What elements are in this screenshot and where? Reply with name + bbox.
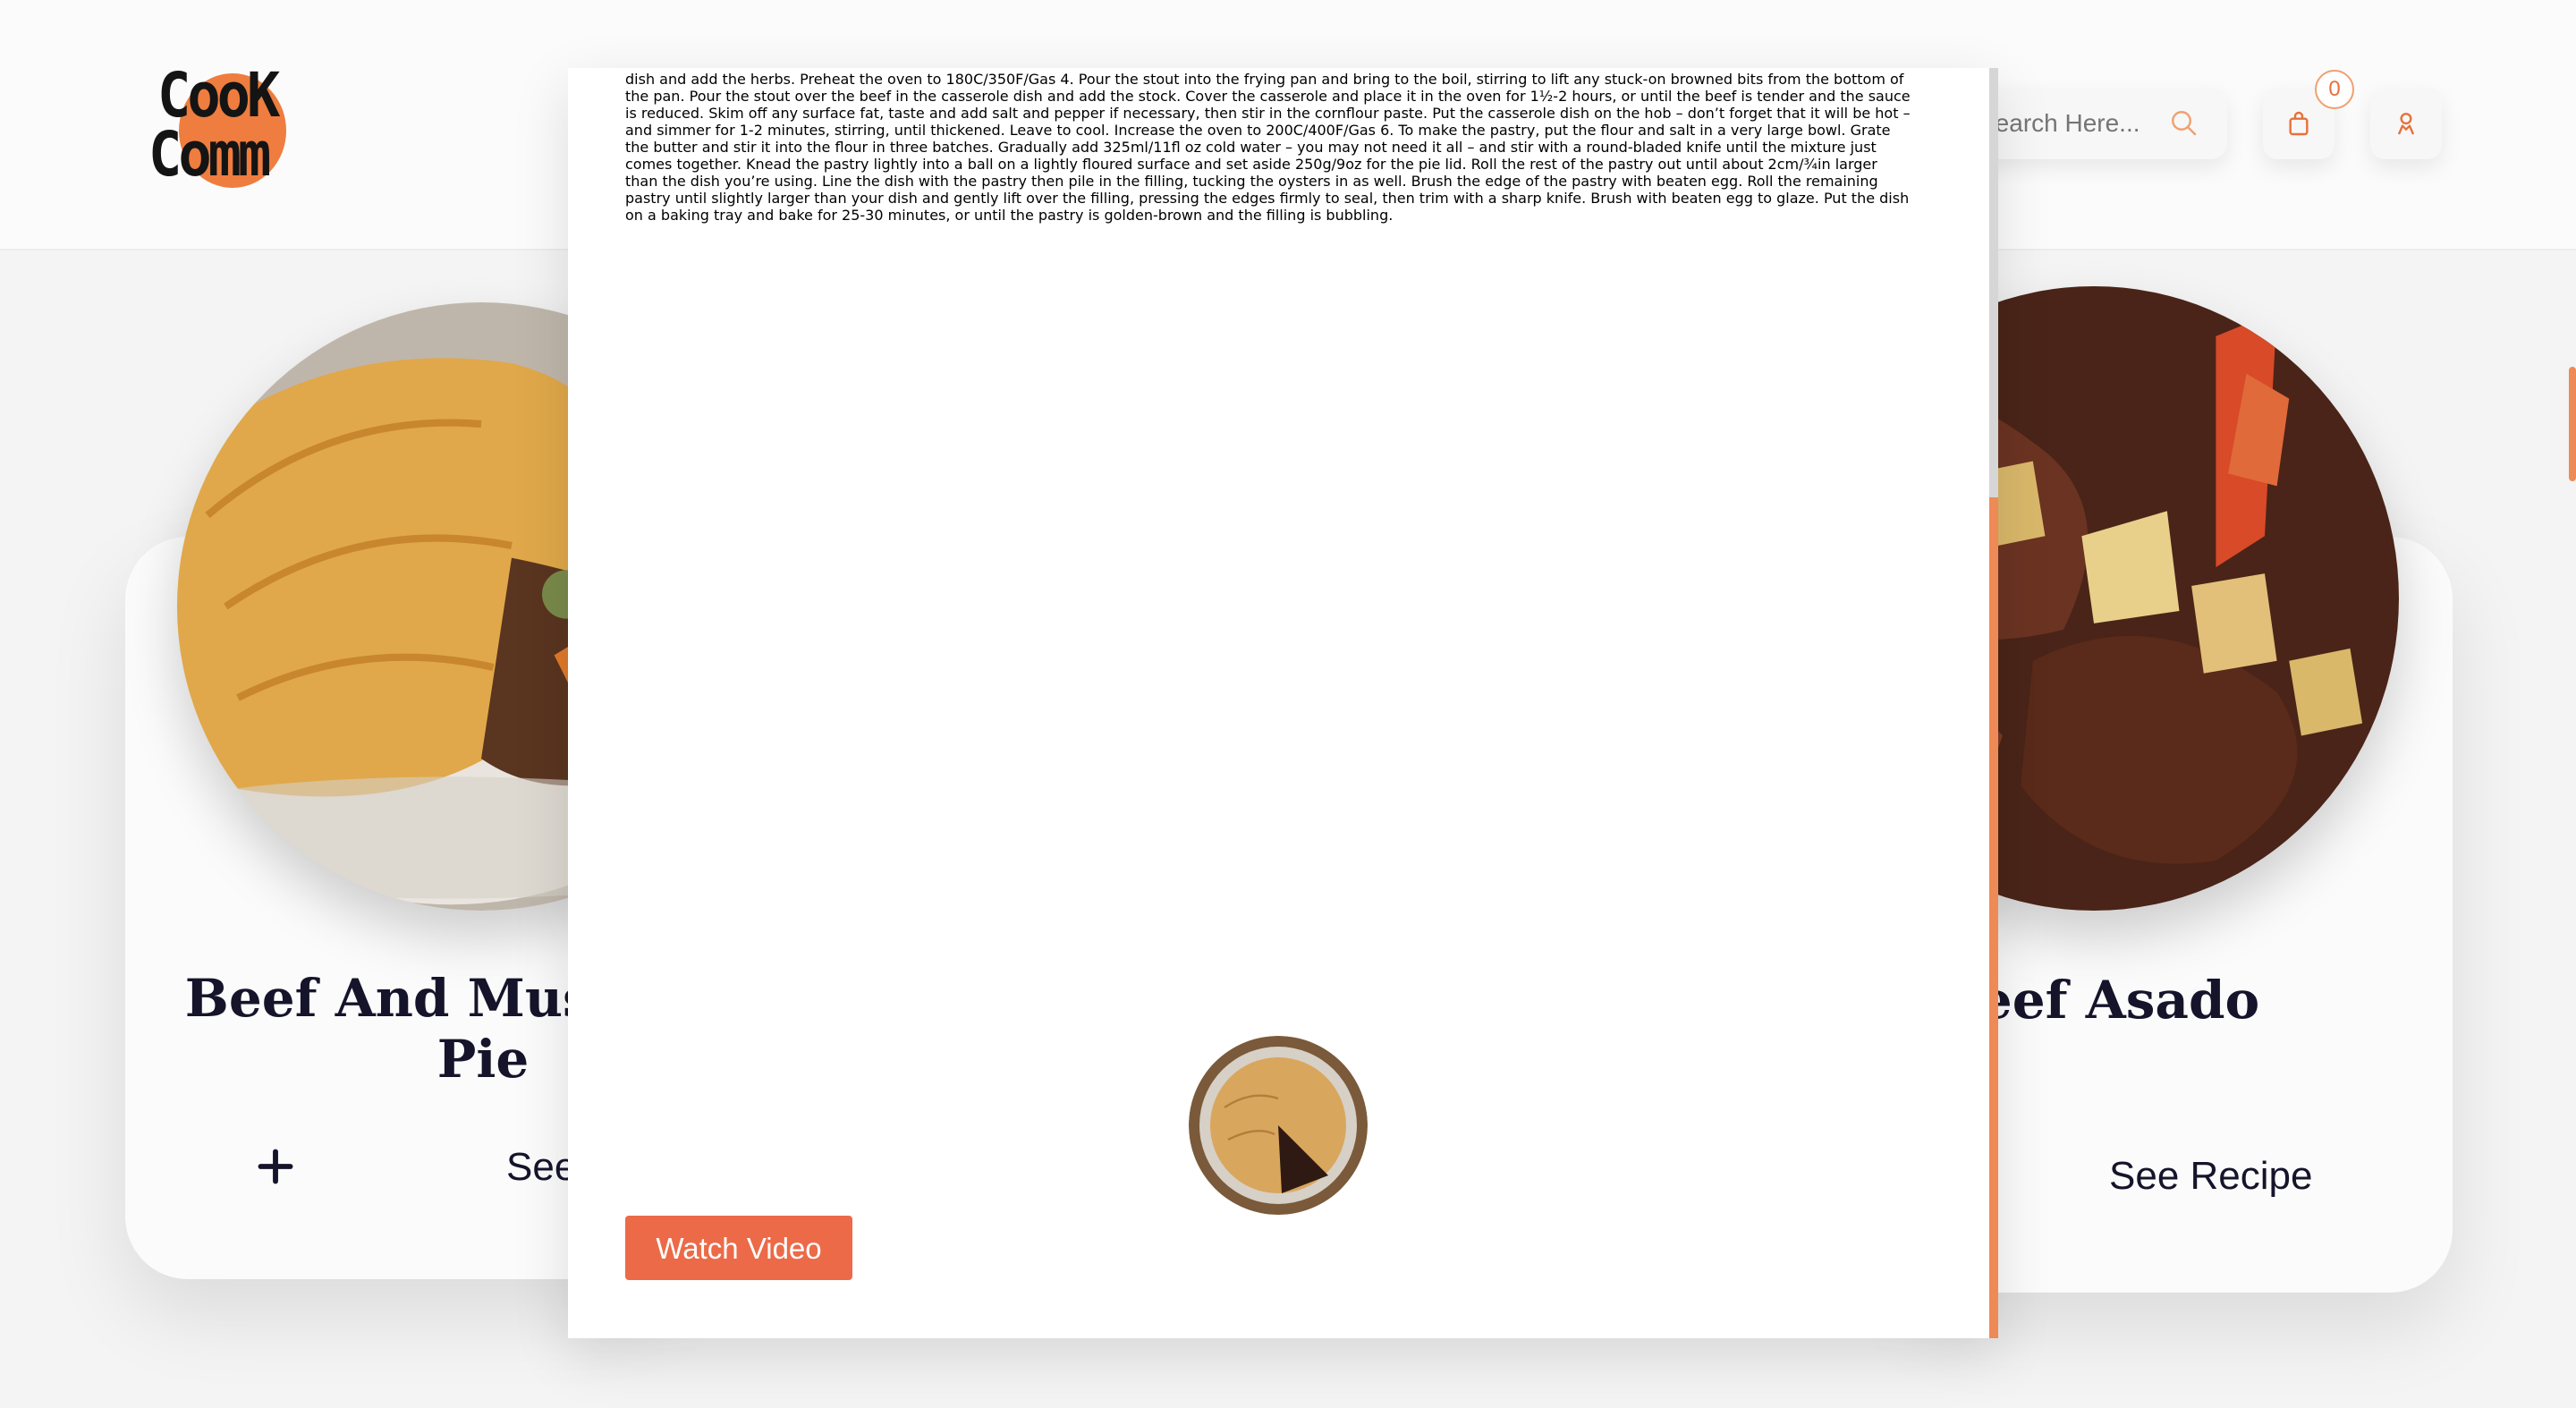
logo-text-line2: Comm — [148, 118, 271, 191]
logo-text-line1: CooK — [157, 59, 280, 131]
see-recipe-link-right[interactable]: See Recipe — [2109, 1154, 2312, 1199]
cart-count-badge: 0 — [2315, 70, 2354, 109]
recipe-modal: dish and add the herbs. Preheat the oven… — [568, 68, 1997, 1338]
modal-scroll-area[interactable]: dish and add the herbs. Preheat the oven… — [625, 68, 1913, 980]
user-icon — [2397, 113, 2415, 135]
page-scrollbar[interactable] — [2569, 367, 2576, 481]
recipe-method-text: dish and add the herbs. Preheat the oven… — [625, 71, 1911, 224]
search-input[interactable] — [1977, 104, 2159, 143]
watch-video-button[interactable]: Watch Video — [625, 1216, 852, 1280]
search-icon[interactable] — [2168, 107, 2200, 140]
shopping-bag-icon — [2289, 111, 2309, 136]
modal-scrollbar-thumb[interactable] — [1989, 497, 1998, 1338]
recipe-thumbnail — [1189, 1036, 1368, 1215]
modal-scrollbar[interactable] — [1989, 68, 1998, 1338]
user-button[interactable] — [2370, 88, 2442, 159]
site-logo[interactable]: CooK Comm — [145, 64, 302, 191]
plus-icon[interactable] — [256, 1147, 295, 1186]
